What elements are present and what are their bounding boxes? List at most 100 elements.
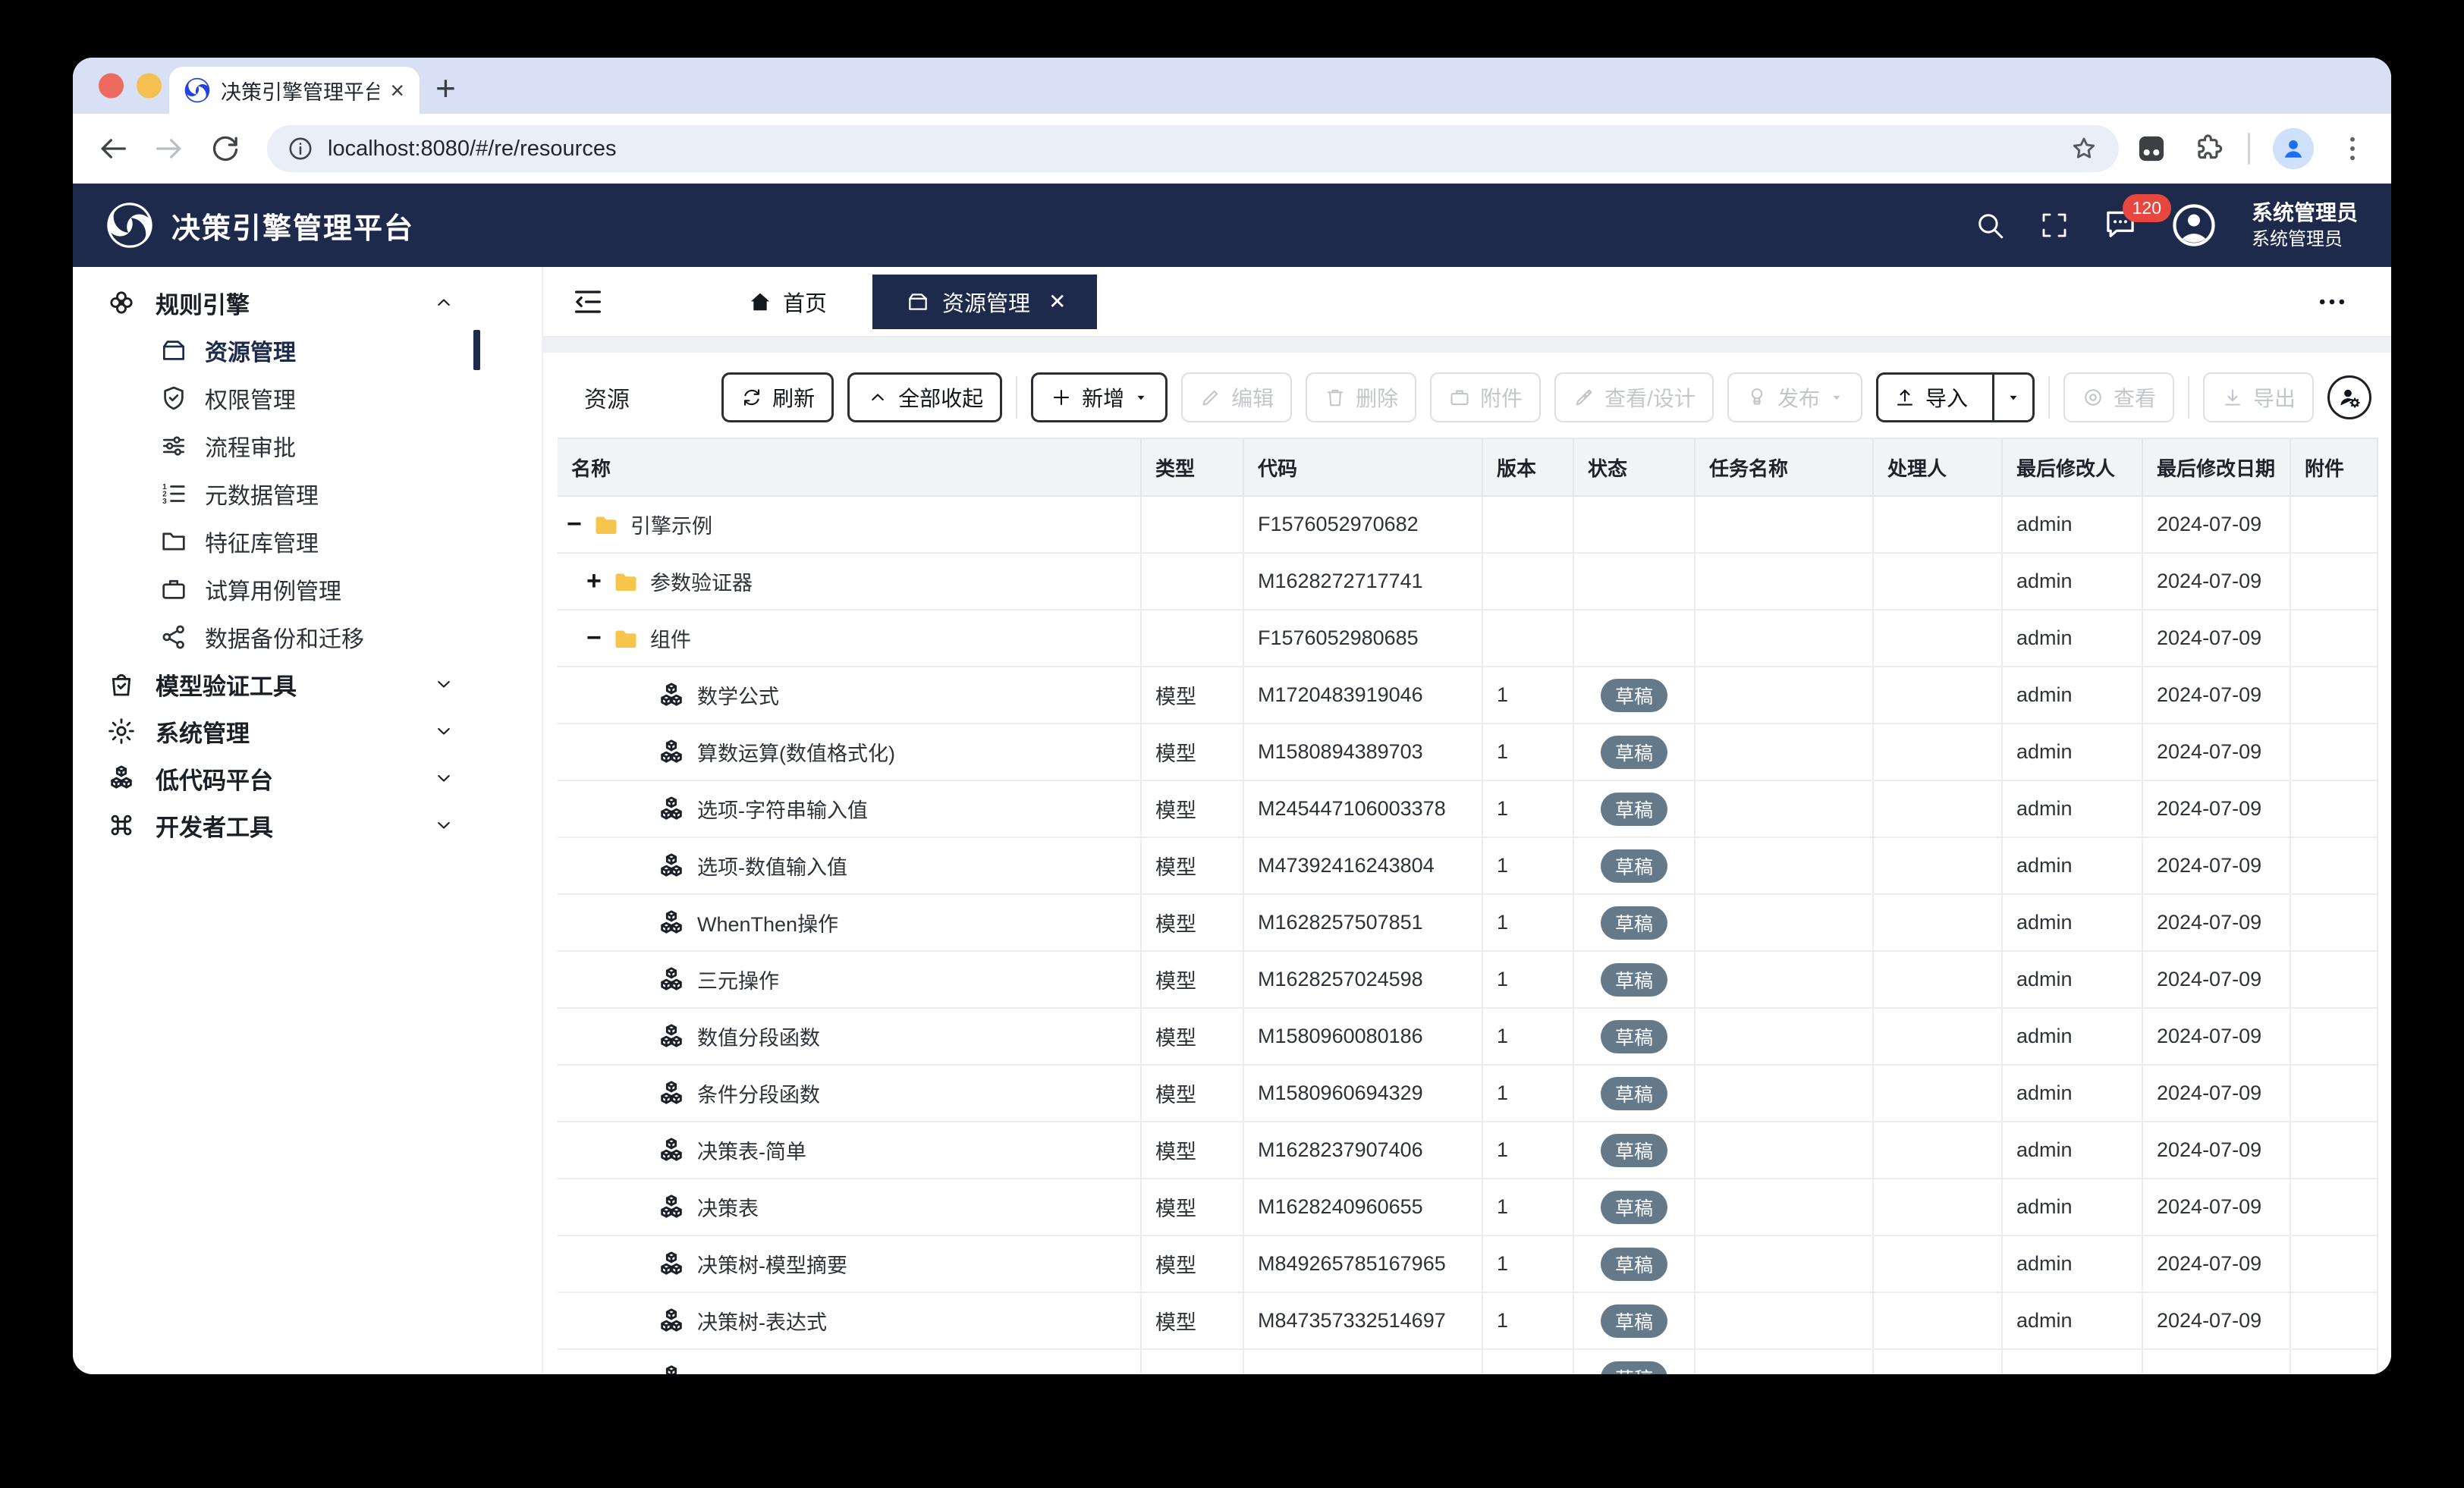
sidebar-item-resource-management[interactable]: 资源管理	[73, 326, 542, 374]
status-badge: 草稿	[1601, 1077, 1667, 1110]
table-row[interactable]: +参数验证器M1628272717741admin2024-07-09	[558, 554, 2378, 611]
cell-type: 模型	[1142, 952, 1244, 1009]
gear-icon	[106, 716, 137, 746]
table-row[interactable]: 决策树-表达式模型M8473573325146971草稿admin2024-07…	[558, 1293, 2378, 1350]
back-icon[interactable]	[96, 131, 130, 166]
refresh-button[interactable]: 刷新	[721, 372, 834, 422]
user-settings-button[interactable]	[2327, 375, 2371, 419]
tab-more-menu-icon[interactable]	[2315, 285, 2349, 319]
column-header: 附件	[2291, 439, 2378, 497]
cell-code: M1580894389703	[1244, 724, 1483, 781]
wallet-icon	[159, 336, 188, 365]
cell-type: 模型	[1142, 1179, 1244, 1236]
sidebar-group-rule-engine[interactable]: 规则引擎	[73, 279, 542, 326]
cell-version: 1	[1483, 1179, 1574, 1236]
cell-modifier: admin	[2003, 611, 2143, 667]
expander-plus-icon[interactable]: +	[586, 567, 609, 596]
bookmark-star-icon[interactable]	[2069, 133, 2099, 164]
import-main[interactable]: 导入	[1878, 375, 1983, 420]
tab-close-icon[interactable]: ×	[390, 78, 404, 102]
model-cubes-icon	[656, 1192, 687, 1223]
table-row[interactable]: 数学公式模型M17204839190461草稿admin2024-07-09	[558, 667, 2378, 724]
sidebar-item-data-backup-migration[interactable]: 数据备份和迁移	[73, 613, 542, 661]
plus-icon	[1050, 386, 1073, 409]
add-button[interactable]: 新增	[1031, 372, 1168, 422]
reload-icon[interactable]	[208, 131, 243, 166]
table-row[interactable]: 算数运算(数值格式化)模型M15808943897031草稿admin2024-…	[558, 724, 2378, 781]
cell-date: 2024-07-09	[2143, 952, 2291, 1009]
resource-name: 算数运算(数值格式化)	[697, 737, 895, 767]
site-info-icon[interactable]	[287, 135, 314, 162]
model-cubes-icon	[656, 908, 687, 938]
cell-version: 1	[1483, 781, 1574, 838]
table-row[interactable]: 决策表模型M16282409606551草稿admin2024-07-09	[558, 1179, 2378, 1236]
table-row[interactable]: −组件F1576052980685admin2024-07-09	[558, 611, 2378, 667]
search-icon[interactable]	[1974, 209, 2006, 241]
cell-task	[1696, 611, 1874, 667]
sidebar-group-system-management[interactable]: 系统管理	[73, 708, 542, 755]
sidebar-item-permission-management[interactable]: 权限管理	[73, 374, 542, 422]
table-row[interactable]: 三元操作模型M16282570245981草稿admin2024-07-09	[558, 952, 2378, 1009]
table-row[interactable]: 决策表-简单模型M16282379074061草稿admin2024-07-09	[558, 1122, 2378, 1179]
status-badge: 草稿	[1601, 963, 1667, 997]
model-cubes-icon	[656, 1306, 687, 1336]
messages-button[interactable]: 120	[2103, 206, 2138, 245]
sidebar-group-developer-tools[interactable]: 开发者工具	[73, 802, 542, 849]
browser-menu-icon[interactable]	[2337, 133, 2368, 165]
collapse-all-button[interactable]: 全部收起	[847, 372, 1002, 422]
cell-name: 选项-字符串输入值	[558, 781, 1142, 838]
table-row[interactable]: WhenThen操作模型M16282575078511草稿admin2024-0…	[558, 895, 2378, 952]
cell-modifier: admin	[2003, 1236, 2143, 1293]
expander-minus-icon[interactable]: −	[567, 510, 589, 539]
table-row[interactable]: 草稿	[558, 1350, 2378, 1374]
column-header: 状态	[1574, 439, 1696, 497]
caret-down-icon	[1829, 390, 1844, 405]
cell-handler	[1874, 895, 2003, 952]
window-minimize-button[interactable]	[137, 74, 162, 99]
sidebar-group-low-code-platform[interactable]: 低代码平台	[73, 755, 542, 802]
sidebar-collapse-icon[interactable]	[570, 284, 605, 319]
cell-modifier: admin	[2003, 838, 2143, 895]
address-bar[interactable]: localhost:8080/#/re/resources	[267, 125, 2119, 172]
cell-version: 1	[1483, 1236, 1574, 1293]
tab-resource-management[interactable]: 资源管理 ✕	[872, 275, 1096, 329]
browser-profile-avatar[interactable]	[2273, 128, 2314, 169]
status-badge: 草稿	[1601, 849, 1667, 883]
cell-name: 选项-数值输入值	[558, 838, 1142, 895]
sidebar-item-trial-case-management[interactable]: 试算用例管理	[73, 565, 542, 613]
site-favicon-icon	[184, 77, 210, 103]
sidebar-item-process-approval[interactable]: 流程审批	[73, 422, 542, 469]
sidebar-item-feature-library-management[interactable]: 特征库管理	[73, 517, 542, 565]
table-row[interactable]: 选项-数值输入值模型M473924162438041草稿admin2024-07…	[558, 838, 2378, 895]
sidebar-group-label: 低代码平台	[156, 761, 273, 796]
table-row[interactable]: 选项-字符串输入值模型M2454471060033781草稿admin2024-…	[558, 781, 2378, 838]
cell-date: 2024-07-09	[2143, 1122, 2291, 1179]
tab-close-icon[interactable]: ✕	[1048, 289, 1066, 314]
import-dropdown[interactable]	[1992, 375, 2032, 420]
user-avatar-icon[interactable]	[2171, 202, 2217, 248]
sidebar-item-metadata-management[interactable]: 123元数据管理	[73, 469, 542, 517]
table-row[interactable]: 数值分段函数模型M15809600801861草稿admin2024-07-09	[558, 1009, 2378, 1066]
tab-search-icon[interactable]	[2134, 131, 2169, 166]
tab-home-label: 首页	[783, 286, 827, 318]
browser-tab[interactable]: 决策引擎管理平台 ×	[169, 67, 420, 114]
table-row[interactable]: 决策树-模型摘要模型M8492657851679651草稿admin2024-0…	[558, 1236, 2378, 1293]
cell-handler	[1874, 1066, 2003, 1122]
forward-icon[interactable]	[152, 131, 187, 166]
table-row[interactable]: 条件分段函数模型M15809606943291草稿admin2024-07-09	[558, 1066, 2378, 1122]
cell-handler	[1874, 1009, 2003, 1066]
tab-home[interactable]: 首页	[748, 286, 827, 318]
app-logo-icon	[106, 202, 153, 249]
cell-name: 数学公式	[558, 667, 1142, 724]
user-info[interactable]: 系统管理员 系统管理员	[2252, 199, 2358, 252]
table-row[interactable]: −引擎示例F1576052970682admin2024-07-09	[558, 497, 2378, 554]
cell-code: M1580960694329	[1244, 1066, 1483, 1122]
import-button[interactable]: 导入	[1876, 372, 2035, 422]
new-tab-button[interactable]: +	[435, 71, 456, 105]
window-close-button[interactable]	[99, 74, 124, 99]
expander-minus-icon[interactable]: −	[586, 623, 609, 653]
sidebar-group-model-validation-tools[interactable]: 模型验证工具	[73, 661, 542, 708]
cell-code: M1628257507851	[1244, 895, 1483, 952]
extensions-icon[interactable]	[2192, 132, 2225, 165]
fullscreen-icon[interactable]	[2039, 210, 2070, 240]
